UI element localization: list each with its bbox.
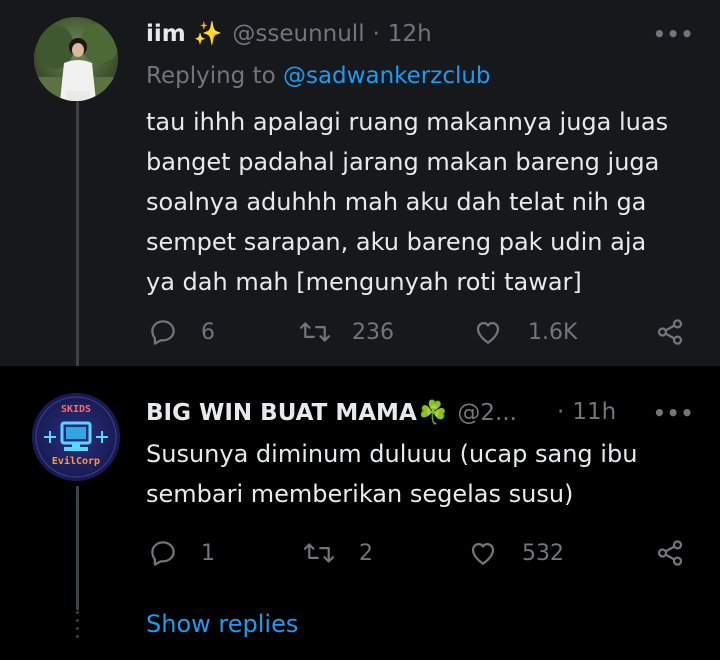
retweet-count: 2	[359, 541, 373, 566]
avatar-top-text: SKIDS	[60, 404, 92, 415]
tweet-time: · 11h	[557, 399, 616, 425]
reply-icon	[151, 320, 175, 345]
reply-count: 6	[201, 320, 215, 345]
tweet-text-line: ya dah mah [mengunyah roti tawar]	[146, 268, 582, 296]
more-icon[interactable]: •••	[653, 22, 694, 46]
retweet-count: 236	[352, 320, 394, 345]
tweet-text: Susunya diminum duluuu (ucap sang ibu se…	[146, 434, 637, 514]
retweet-icon	[299, 322, 331, 342]
replying-to-mention[interactable]: @sadwankerzclub	[283, 63, 491, 89]
reply-button[interactable]	[148, 317, 178, 351]
tweet-text-line: soalnya aduhhh mah aku dah telat nih ga	[146, 188, 647, 216]
tweet-text-line: Susunya diminum duluuu (ucap sang ibu	[146, 440, 638, 468]
tweet-text-line: sembari memberikan segelas susu)	[146, 480, 574, 508]
tweet-text-line: tau ihhh apalagi ruang makannya juga lua…	[146, 108, 669, 136]
retweet-icon	[303, 543, 335, 563]
tweet-header: BIG WIN BUAT MAMA ☘️ @2...	[146, 399, 517, 427]
tweet-text-line: sempet sarapan, aku bareng pak udin aja	[146, 228, 647, 256]
retweet-button[interactable]	[302, 538, 336, 572]
tweet-text: tau ihhh apalagi ruang makannya juga lua…	[146, 102, 668, 302]
replying-to-label: Replying to	[146, 63, 276, 89]
timestamp[interactable]: 11h	[572, 399, 616, 425]
show-replies-link[interactable]: Show replies	[146, 610, 298, 638]
timestamp[interactable]: 12h	[388, 21, 432, 47]
thread-line	[76, 100, 79, 366]
separator-dot: ·	[557, 399, 565, 425]
avatar-bottom-text: EvilCorp	[51, 456, 101, 467]
display-name[interactable]: BIG WIN BUAT MAMA	[146, 400, 417, 426]
heart-icon	[476, 322, 500, 344]
replying-to: Replying to @sadwankerzclub	[146, 63, 491, 89]
tweet-2[interactable]: SKIDS EvilCorp BIG WIN BUAT MAMA ☘️ @2..…	[0, 366, 720, 660]
handle[interactable]: @2...	[457, 400, 517, 426]
tweet-text-line: banget padahal jarang makan bareng juga	[146, 148, 660, 176]
share-button[interactable]	[655, 538, 685, 572]
like-count: 532	[522, 541, 564, 566]
shamrock-icon: ☘️	[418, 400, 448, 426]
share-button[interactable]	[655, 317, 685, 351]
avatar[interactable]	[34, 17, 118, 101]
avatar-photo	[34, 17, 118, 101]
thread-line	[76, 486, 79, 610]
sparkles-icon: ✨	[193, 21, 223, 47]
reply-count: 1	[201, 541, 215, 566]
like-count: 1.6K	[528, 320, 578, 345]
reply-icon	[151, 541, 175, 566]
like-button[interactable]	[467, 538, 499, 572]
heart-icon	[471, 543, 495, 565]
reply-button[interactable]	[148, 538, 178, 572]
like-button[interactable]	[472, 317, 504, 351]
tweet-1[interactable]: iim ✨ @sseunnull · 12h ••• Replying to @…	[0, 0, 720, 366]
retweet-button[interactable]	[298, 317, 332, 351]
share-icon	[657, 319, 683, 345]
more-icon[interactable]: •••	[653, 401, 694, 425]
share-icon	[657, 540, 683, 566]
handle[interactable]: @sseunnull	[232, 21, 364, 47]
avatar[interactable]: SKIDS EvilCorp	[32, 393, 120, 481]
separator-dot: ·	[372, 20, 380, 47]
display-name[interactable]: iim	[146, 21, 186, 47]
tweet-header: iim ✨ @sseunnull · 12h	[146, 20, 432, 48]
